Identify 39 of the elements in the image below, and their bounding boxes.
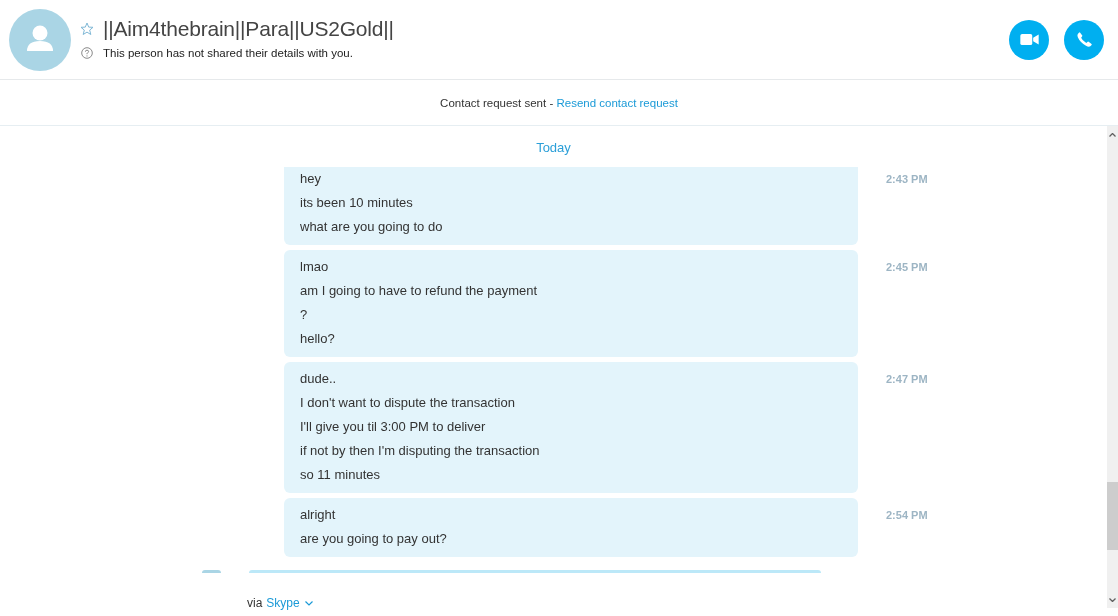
- scroll-thumb[interactable]: [1107, 482, 1118, 550]
- help-icon[interactable]: [81, 47, 93, 59]
- message-time: 2:43 PM: [886, 172, 928, 187]
- contact-request-notice: Contact request sent - Resend contact request: [440, 96, 678, 109]
- resend-contact-request-link[interactable]: Resend contact request: [556, 96, 678, 109]
- video-camera-icon: [1019, 34, 1039, 45]
- caret-icon[interactable]: [304, 600, 313, 606]
- contact-name: ||Aim4thebrain||Para||US2Gold||: [103, 17, 394, 41]
- message-text: I don't want to dispute the transaction: [300, 394, 516, 412]
- message-text: so 11 minutes: [300, 466, 381, 484]
- message-time: 2:54 PM: [886, 508, 928, 523]
- message-text: alright: [300, 506, 337, 524]
- message-input-field[interactable]: [249, 570, 821, 573]
- message-text: ?: [300, 306, 309, 324]
- skype-link[interactable]: Skype: [266, 596, 300, 610]
- avatar-icon: [9, 8, 71, 71]
- phone-icon: [1076, 32, 1092, 47]
- message-text: am I going to have to refund the payment: [300, 282, 539, 300]
- audio-call-button[interactable]: [1064, 19, 1104, 60]
- message-text: dude..: [300, 370, 338, 388]
- message-text: I'll give you til 3:00 PM to deliver: [300, 418, 487, 436]
- message-text: are you going to pay out?: [300, 530, 448, 548]
- scroll-up-icon[interactable]: [1109, 133, 1116, 137]
- video-call-button[interactable]: [1009, 19, 1049, 60]
- scroll-down-icon[interactable]: [1109, 598, 1116, 602]
- via-text: via: [247, 596, 263, 610]
- message-text: hello?: [300, 330, 336, 348]
- message-text: its been 10 minutes: [300, 194, 414, 212]
- message-text: hey: [300, 170, 322, 188]
- message-time: 2:45 PM: [886, 260, 928, 275]
- message-text: what are you going to do: [300, 218, 444, 236]
- favorite-star-icon[interactable]: [80, 22, 94, 36]
- date-divider: Today: [536, 139, 571, 155]
- message-text: if not by then I'm disputing the transaction: [300, 442, 541, 460]
- message-time: 2:47 PM: [886, 372, 928, 387]
- contact-status-text: This person has not shared their details with you.: [103, 47, 353, 59]
- message-text: lmao: [300, 258, 330, 276]
- scrollbar[interactable]: [1107, 126, 1118, 608]
- avatar-icon: [202, 570, 221, 573]
